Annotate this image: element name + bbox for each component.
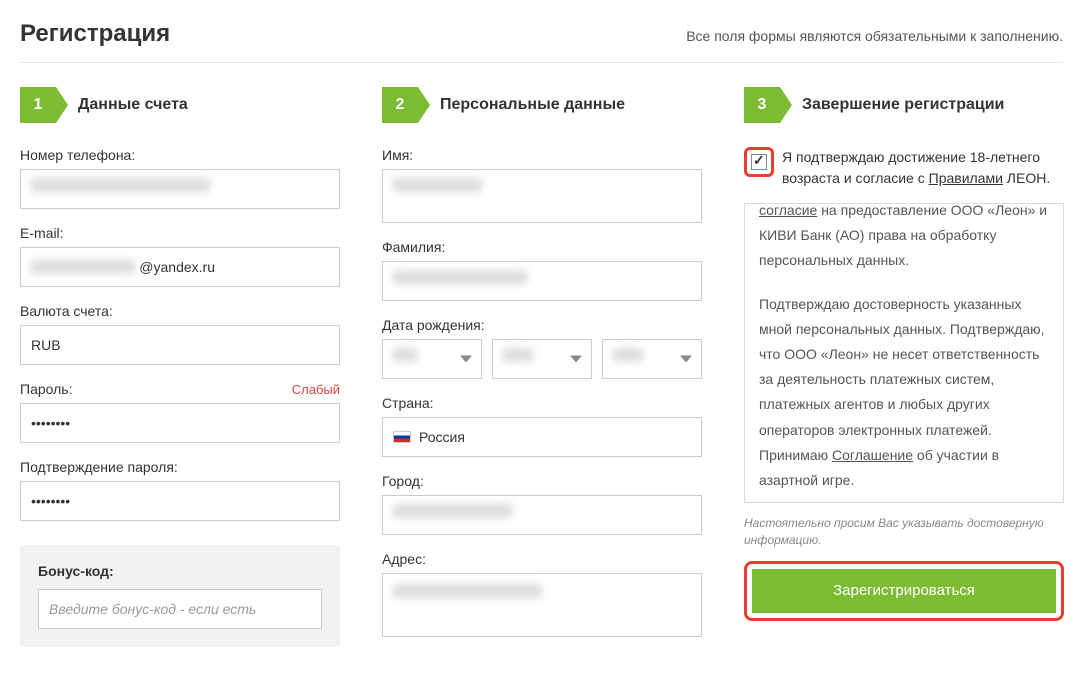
step-1-header: 1 Данные счета [20, 87, 340, 123]
header-note: Все поля формы являются обязательными к … [686, 28, 1063, 44]
country-value: Россия [419, 429, 465, 445]
agree-checkbox[interactable] [751, 154, 767, 170]
dob-year-select[interactable] [602, 339, 702, 379]
form-columns: 1 Данные счета Номер телефона: E-mail: @… [20, 87, 1063, 653]
phone-label: Номер телефона: [20, 147, 135, 163]
password-field: Пароль: Слабый [20, 381, 340, 443]
dob-day-select[interactable] [382, 339, 482, 379]
address-field: Адрес: [382, 551, 702, 637]
password2-input[interactable] [20, 481, 340, 521]
address-label: Адрес: [382, 551, 426, 567]
consent-link[interactable]: согласие [759, 203, 817, 218]
step-1-badge: 1 [20, 87, 56, 123]
dob-label: Дата рождения: [382, 317, 485, 333]
fname-label: Имя: [382, 147, 413, 163]
disclaimer-text: Настоятельно просим Вас указывать достов… [744, 515, 1064, 549]
country-label: Страна: [382, 395, 434, 411]
email-label: E-mail: [20, 225, 64, 241]
country-input[interactable]: Россия [382, 417, 702, 457]
password-strength: Слабый [292, 382, 340, 397]
dob-month-select[interactable] [492, 339, 592, 379]
bonus-box: Бонус-код: [20, 545, 340, 647]
agree-row: Я подтверждаю достижение 18-летнего возр… [744, 147, 1064, 189]
agree-text: Я подтверждаю достижение 18-летнего возр… [782, 147, 1064, 189]
step-2-header: 2 Персональные данные [382, 87, 702, 123]
flag-russia-icon [393, 431, 411, 443]
page-title: Регистрация [20, 20, 170, 48]
submit-button[interactable]: Зарегистрироваться [752, 569, 1056, 613]
city-input[interactable] [382, 495, 702, 535]
address-input[interactable] [382, 573, 702, 637]
step-3-title: Завершение регистрации [802, 96, 1004, 114]
column-finish: 3 Завершение регистрации Я подтверждаю д… [744, 87, 1064, 653]
password-input[interactable] [20, 403, 340, 443]
step-3-badge: 3 [744, 87, 780, 123]
city-field: Город: [382, 473, 702, 535]
agreement-link[interactable]: Соглашение [832, 447, 913, 463]
step-3-header: 3 Завершение регистрации [744, 87, 1064, 123]
terms-scrollbox[interactable]: согласие на предоставление ООО «Леон» и … [744, 203, 1064, 503]
bonus-input[interactable] [38, 589, 322, 629]
password-label: Пароль: [20, 381, 72, 397]
rules-link[interactable]: Правилами [929, 170, 1003, 186]
agree-checkbox-highlight [744, 147, 774, 177]
currency-input[interactable] [20, 325, 340, 365]
password2-label: Подтверждение пароля: [20, 459, 178, 475]
page-header: Регистрация Все поля формы являются обяз… [20, 20, 1063, 63]
city-label: Город: [382, 473, 424, 489]
column-personal: 2 Персональные данные Имя: Фамилия: Дата… [382, 87, 702, 653]
dob-field: Дата рождения: [382, 317, 702, 379]
email-domain: @yandex.ru [139, 259, 215, 275]
lname-label: Фамилия: [382, 239, 445, 255]
phone-field: Номер телефона: [20, 147, 340, 209]
password2-field: Подтверждение пароля: [20, 459, 340, 521]
step-2-title: Персональные данные [440, 96, 625, 114]
step-1-title: Данные счета [78, 96, 188, 114]
submit-highlight: Зарегистрироваться [744, 561, 1064, 621]
email-field: E-mail: @yandex.ru [20, 225, 340, 287]
lname-input[interactable] [382, 261, 702, 301]
bonus-label: Бонус-код: [38, 563, 322, 579]
lname-field: Фамилия: [382, 239, 702, 301]
currency-label: Валюта счета: [20, 303, 113, 319]
country-field: Страна: Россия [382, 395, 702, 457]
phone-input[interactable] [20, 169, 340, 209]
fname-input[interactable] [382, 169, 702, 223]
email-input[interactable]: @yandex.ru [20, 247, 340, 287]
column-account: 1 Данные счета Номер телефона: E-mail: @… [20, 87, 340, 653]
step-2-badge: 2 [382, 87, 418, 123]
fname-field: Имя: [382, 147, 702, 223]
currency-field: Валюта счета: [20, 303, 340, 365]
